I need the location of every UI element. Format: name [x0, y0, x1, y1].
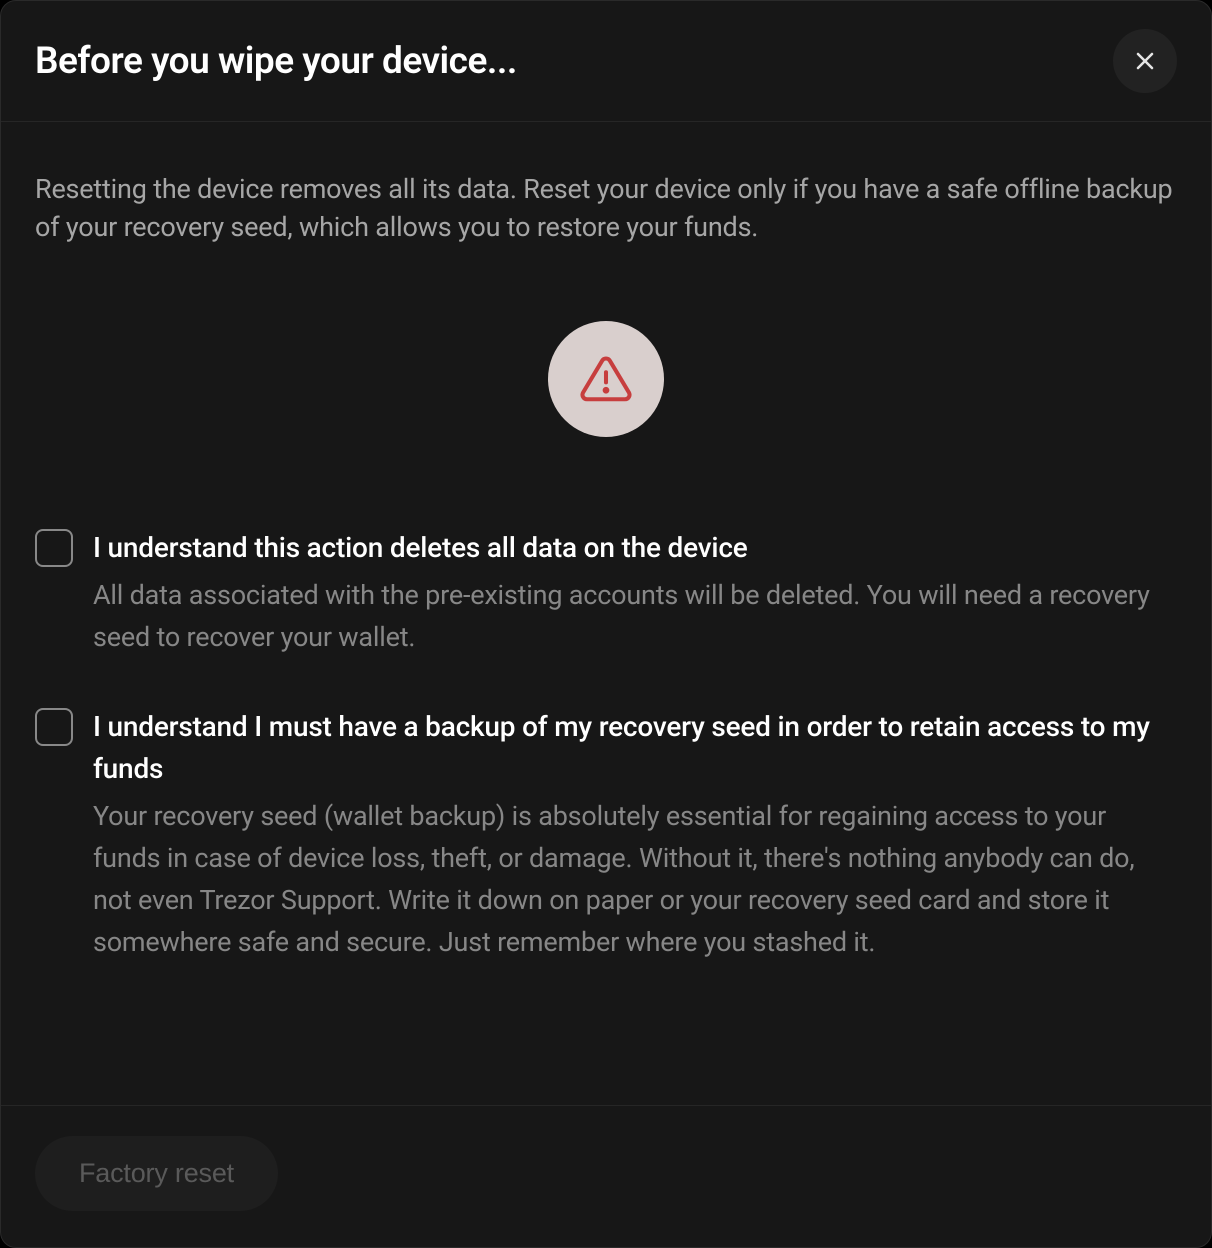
- checkbox-list: I understand this action deletes all dat…: [35, 527, 1177, 964]
- checkbox-description: Your recovery seed (wallet backup) is ab…: [93, 796, 1177, 963]
- close-icon: [1133, 49, 1157, 73]
- checkbox-content: I understand I must have a backup of my …: [93, 706, 1177, 963]
- warning-triangle-icon: [579, 352, 633, 406]
- checkbox-title: I understand I must have a backup of my …: [93, 706, 1177, 790]
- modal-body: Resetting the device removes all its dat…: [1, 122, 1211, 1105]
- warning-icon-circle: [548, 321, 664, 437]
- modal-footer: Factory reset: [1, 1105, 1211, 1247]
- warning-icon-container: [35, 321, 1177, 437]
- modal-title: Before you wipe your device...: [35, 40, 517, 83]
- checkbox-delete-data[interactable]: [35, 529, 73, 567]
- factory-reset-button[interactable]: Factory reset: [35, 1136, 278, 1211]
- checkbox-backup-seed[interactable]: [35, 708, 73, 746]
- checkbox-description: All data associated with the pre-existin…: [93, 575, 1177, 659]
- checkbox-item-backup-seed: I understand I must have a backup of my …: [35, 706, 1177, 963]
- checkbox-title: I understand this action deletes all dat…: [93, 527, 1177, 569]
- checkbox-item-delete-data: I understand this action deletes all dat…: [35, 527, 1177, 659]
- intro-text: Resetting the device removes all its dat…: [35, 170, 1177, 247]
- wipe-device-modal: Before you wipe your device... Resetting…: [0, 0, 1212, 1248]
- modal-header: Before you wipe your device...: [1, 1, 1211, 122]
- close-button[interactable]: [1113, 29, 1177, 93]
- checkbox-content: I understand this action deletes all dat…: [93, 527, 1177, 659]
